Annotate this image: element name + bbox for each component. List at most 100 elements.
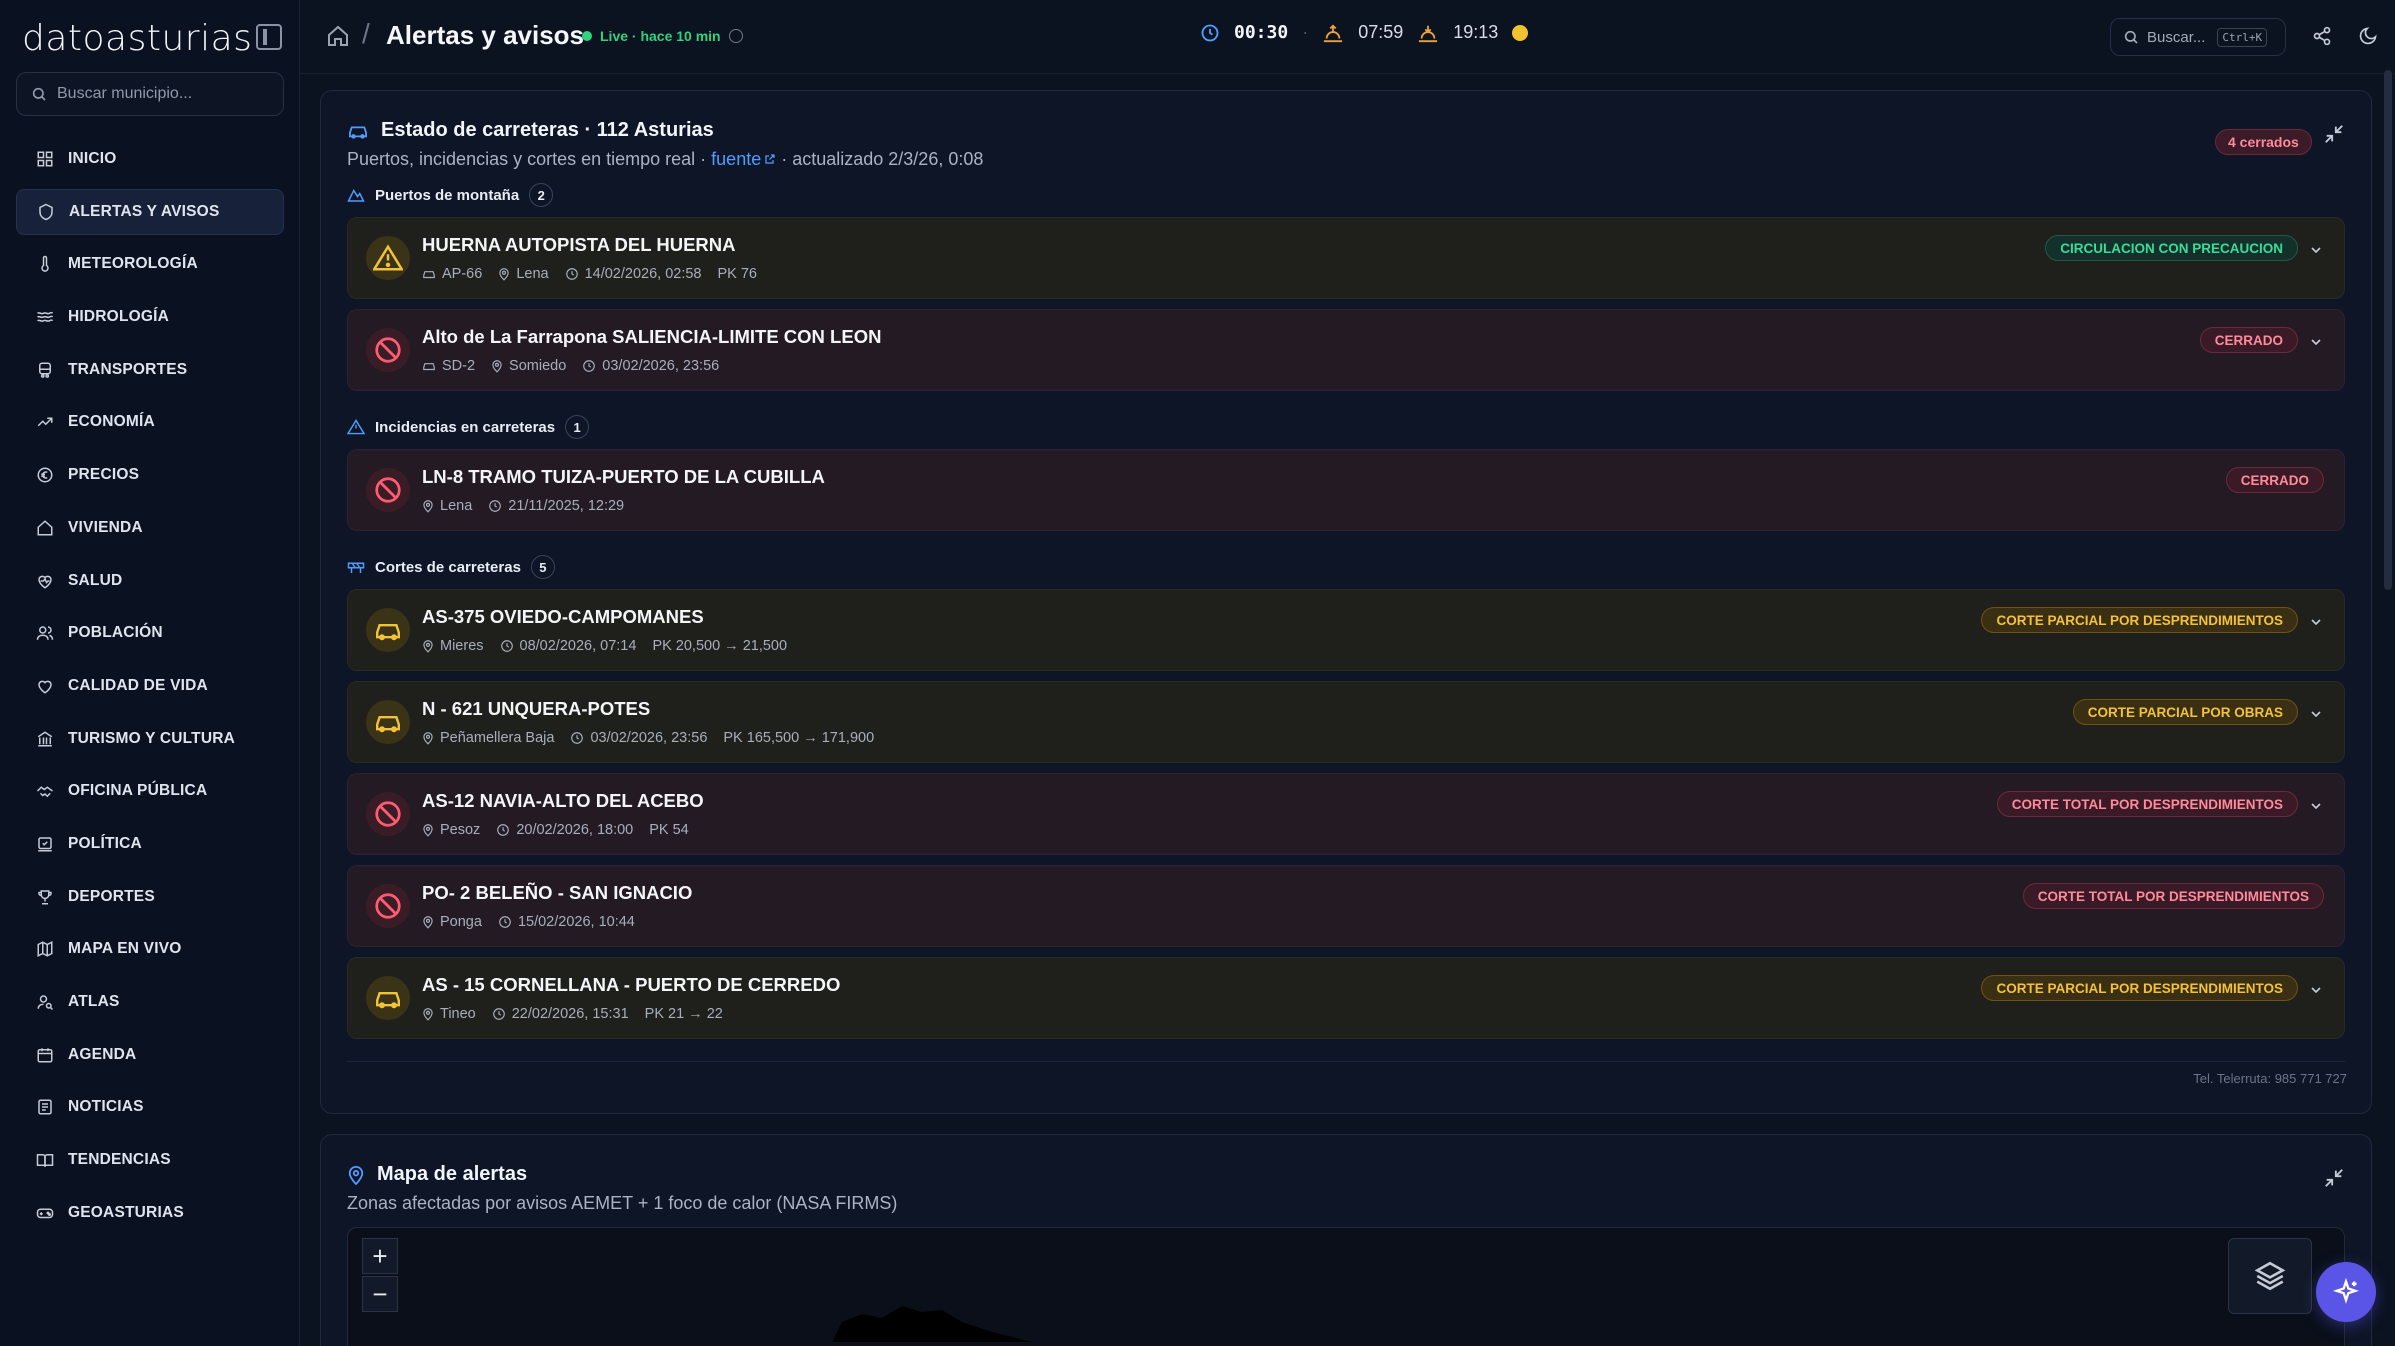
grid-icon xyxy=(36,150,54,168)
external-link-icon[interactable] xyxy=(764,153,776,165)
landmark-icon xyxy=(36,730,54,748)
sidebar-item-tendencias[interactable]: TENDENCIAS xyxy=(16,1137,284,1183)
status-badge: CERRADO xyxy=(2199,327,2298,353)
info-icon[interactable] xyxy=(728,29,743,43)
meta-place: Pesoz xyxy=(422,822,480,838)
source-link[interactable]: fuente xyxy=(711,149,761,169)
assistant-button[interactable] xyxy=(2316,1262,2376,1322)
brand-logo[interactable]: datoasturias xyxy=(22,16,282,60)
roads-panel-title: Estado de carreteras · 112 Asturias xyxy=(347,119,714,142)
sidebar-item-meteorologia[interactable]: METEOROLOGÍA xyxy=(16,241,284,287)
road-card[interactable]: N - 621 UNQUERA-POTES Peñamellera Baja 0… xyxy=(347,681,2345,763)
chevron-down-icon[interactable] xyxy=(2308,798,2324,814)
meta-date: 21/11/2025, 12:29 xyxy=(488,498,624,514)
share-icon[interactable] xyxy=(2312,26,2332,46)
chevron-down-icon[interactable] xyxy=(2308,334,2324,350)
card-meta: Peñamellera Baja 03/02/2026, 23:56 PK 16… xyxy=(422,730,874,746)
chevron-down-icon[interactable] xyxy=(2308,614,2324,630)
moon-icon[interactable] xyxy=(2358,26,2378,46)
sidebar-item-calidad-de-vida[interactable]: CALIDAD DE VIDA xyxy=(16,663,284,709)
road-card[interactable]: LN-8 TRAMO TUIZA-PUERTO DE LA CUBILLA Le… xyxy=(347,449,2345,531)
prohibited-icon xyxy=(375,801,401,827)
trophy-icon xyxy=(36,888,54,906)
gamepad-icon xyxy=(36,1204,54,1222)
minimize-icon[interactable] xyxy=(2323,123,2345,145)
sidebar-item-agenda[interactable]: AGENDA xyxy=(16,1032,284,1078)
road-card[interactable]: PO- 2 BELEÑO - SAN IGNACIO Ponga 15/02/2… xyxy=(347,865,2345,947)
sunrise-time: 07:59 xyxy=(1358,22,1404,42)
layers-button[interactable] xyxy=(2228,1238,2312,1314)
search-icon xyxy=(2124,30,2138,44)
clock-icon xyxy=(497,824,510,836)
sidebar-item-turismo[interactable]: TURISMO Y CULTURA xyxy=(16,716,284,762)
meta-date-text: 20/02/2026, 18:00 xyxy=(516,822,634,838)
car-icon xyxy=(423,363,435,371)
meta-date-text: 08/02/2026, 07:14 xyxy=(519,638,637,654)
sidebar-item-hidrologia[interactable]: HIDROLOGÍA xyxy=(16,294,284,340)
alerts-map[interactable]: + − xyxy=(347,1227,2345,1346)
minimize-icon[interactable] xyxy=(2323,1167,2345,1189)
panel-divider xyxy=(347,1061,2345,1062)
moon-phase-icon xyxy=(1512,24,1529,41)
card-title: Alto de La Farrapona SALIENCIA-LIMITE CO… xyxy=(422,326,882,347)
municipality-search-input[interactable] xyxy=(57,85,277,103)
chevron-down-icon[interactable] xyxy=(2308,706,2324,722)
card-icon-wrap xyxy=(366,328,410,372)
zoom-out-button[interactable]: − xyxy=(362,1276,398,1312)
sidebar-item-label: DEPORTES xyxy=(68,887,155,905)
road-card[interactable]: HUERNA AUTOPISTA DEL HUERNA AP-66 Lena 1… xyxy=(347,217,2345,299)
map-panel: Mapa de alertas Zonas afectadas por avis… xyxy=(320,1134,2372,1346)
card-title: AS-12 NAVIA-ALTO DEL ACEBO xyxy=(422,790,704,811)
sidebar-item-politica[interactable]: POLÍTICA xyxy=(16,821,284,867)
bus-icon xyxy=(36,361,54,379)
sidebar-item-geoasturias[interactable]: GEOASTURIAS xyxy=(16,1190,284,1236)
sidebar-item-label: VIVIENDA xyxy=(68,518,143,536)
home-icon[interactable] xyxy=(326,24,350,48)
sidebar-item-transportes[interactable]: TRANSPORTES xyxy=(16,347,284,393)
card-meta: Pesoz 20/02/2026, 18:00 PK 54 xyxy=(422,822,689,838)
sparkles-icon xyxy=(2332,1278,2360,1304)
map-pin-icon xyxy=(423,500,433,513)
sidebar-item-salud[interactable]: SALUD xyxy=(16,558,284,604)
sidebar-collapse-icon[interactable] xyxy=(256,24,282,50)
road-card[interactable]: AS-375 OVIEDO-CAMPOMANES Mieres 08/02/20… xyxy=(347,589,2345,671)
map-pin-icon xyxy=(499,268,509,281)
sidebar-item-economia[interactable]: ECONOMÍA xyxy=(16,399,284,445)
sidebar-item-alertas[interactable]: ALERTAS Y AVISOS xyxy=(16,188,284,235)
roads-panel: Estado de carreteras · 112 Asturias Puer… xyxy=(320,90,2372,1114)
meta-place-text: Lena xyxy=(440,498,473,514)
sidebar-item-label: TURISMO Y CULTURA xyxy=(68,729,236,747)
meta-place: Somiedo xyxy=(491,358,566,374)
sidebar-item-inicio[interactable]: INICIO xyxy=(16,136,284,182)
meta-pk: PK 21 → 22 xyxy=(644,1006,723,1022)
card-icon-wrap xyxy=(366,236,410,280)
shield-icon xyxy=(37,203,55,221)
sidebar-item-atlas[interactable]: ATLAS xyxy=(16,979,284,1025)
meta-place: Lena xyxy=(422,498,472,514)
sidebar-item-precios[interactable]: PRECIOS xyxy=(16,452,284,498)
road-card[interactable]: AS - 15 CORNELLANA - PUERTO DE CERREDO T… xyxy=(347,957,2345,1039)
road-card[interactable]: Alto de La Farrapona SALIENCIA-LIMITE CO… xyxy=(347,309,2345,391)
municipality-search[interactable] xyxy=(16,72,284,116)
page-scrollbar[interactable] xyxy=(2384,70,2392,590)
meta-date-text: 03/02/2026, 23:56 xyxy=(590,730,708,746)
chevron-down-icon[interactable] xyxy=(2308,242,2324,258)
sidebar-item-poblacion[interactable]: POBLACIÓN xyxy=(16,610,284,656)
global-search-label: Buscar... xyxy=(2147,28,2206,46)
sidebar-item-deportes[interactable]: DEPORTES xyxy=(16,874,284,920)
meta-date: 03/02/2026, 23:56 xyxy=(570,730,707,746)
sidebar-item-label: PRECIOS xyxy=(68,466,140,484)
chevron-down-icon[interactable] xyxy=(2308,982,2324,998)
sidebar-item-oficina-publica[interactable]: OFICINA PÚBLICA xyxy=(16,768,284,814)
global-search-button[interactable]: Buscar... Ctrl+K xyxy=(2110,18,2286,56)
zoom-in-button[interactable]: + xyxy=(362,1238,398,1274)
sidebar-nav: INICIO ALERTAS Y AVISOS METEOROLOGÍA HID… xyxy=(16,136,284,1242)
sidebar-item-vivienda[interactable]: VIVIENDA xyxy=(16,505,284,551)
card-title: AS - 15 CORNELLANA - PUERTO DE CERREDO xyxy=(422,974,841,995)
search-shortcut: Ctrl+K xyxy=(2217,27,2268,47)
sidebar-item-mapa-en-vivo[interactable]: MAPA EN VIVO xyxy=(16,926,284,972)
meta-road: AP-66 xyxy=(422,266,482,282)
road-card[interactable]: AS-12 NAVIA-ALTO DEL ACEBO Pesoz 20/02/2… xyxy=(347,773,2345,855)
sidebar-item-noticias[interactable]: NOTICIAS xyxy=(16,1084,284,1130)
clock-icon xyxy=(565,268,578,280)
